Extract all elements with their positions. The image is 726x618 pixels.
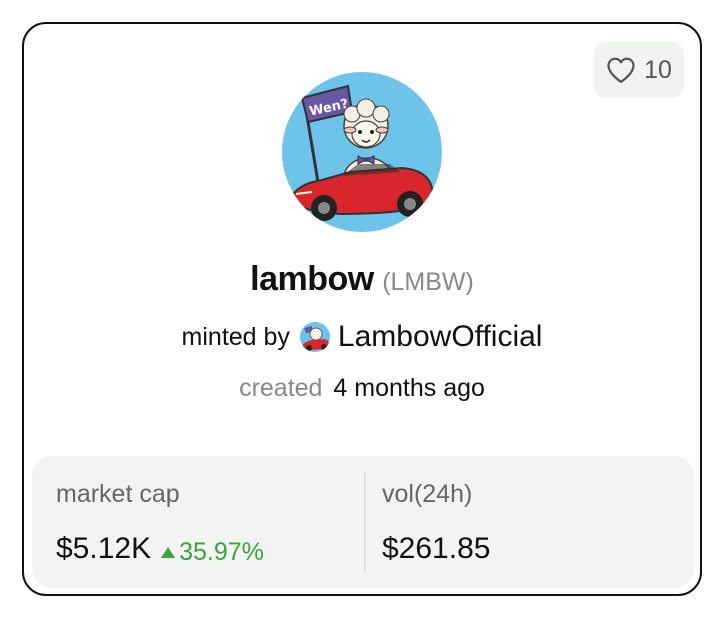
token-symbol: (LMBW): [382, 268, 474, 296]
created-value: 4 months ago: [333, 374, 485, 402]
token-card[interactable]: 10 Wen? lambow (LMBW) minted by LambowOf…: [22, 22, 702, 596]
created-label: created: [239, 374, 323, 402]
triangle-up-icon: [161, 547, 176, 558]
stats-panel: market cap $5.12K 35.97% vol(24h) $261.8…: [32, 456, 694, 588]
volume-label: vol(24h): [382, 480, 473, 508]
market-cap-label: market cap: [56, 480, 180, 508]
creator-avatar[interactable]: [299, 322, 330, 352]
like-button[interactable]: 10: [594, 42, 684, 98]
market-cap-change-value: 35.97%: [179, 538, 264, 566]
token-avatar: Wen?: [282, 72, 442, 232]
heart-outline-icon: [607, 57, 635, 83]
creator-name-link[interactable]: LambowOfficial: [338, 320, 543, 354]
token-name: lambow: [250, 260, 374, 298]
minted-by-label: minted by: [181, 322, 290, 351]
stats-divider: [364, 472, 366, 572]
minted-by-row: minted by LambowOfficial: [24, 320, 700, 354]
volume-value: $261.85: [382, 532, 491, 565]
like-count: 10: [644, 55, 672, 84]
token-title: lambow (LMBW): [24, 260, 700, 299]
created-row: created 4 months ago: [24, 374, 700, 403]
market-cap-change: 35.97%: [161, 538, 264, 567]
market-cap-value: $5.12K: [56, 532, 152, 565]
